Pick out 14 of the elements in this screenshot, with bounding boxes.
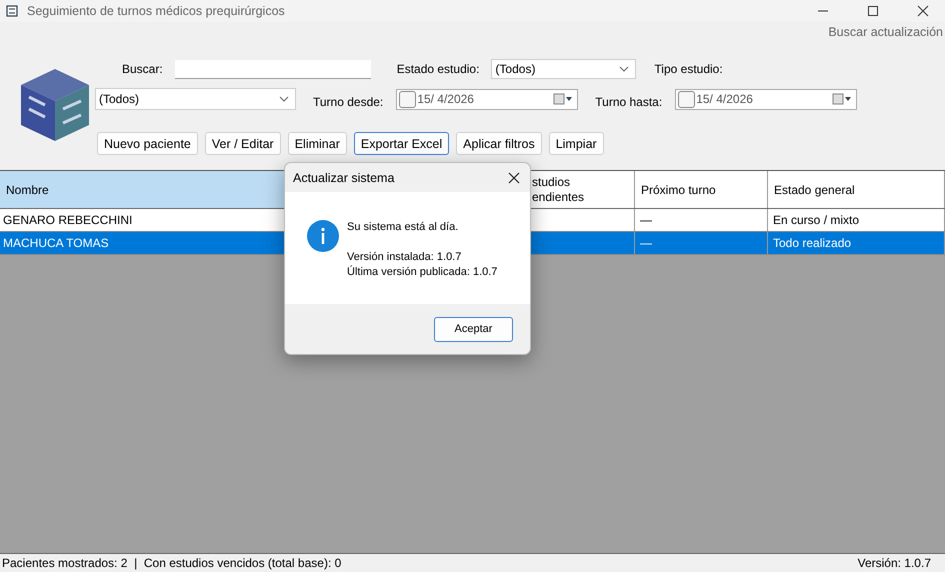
hasta-label: Turno hasta: [595, 95, 662, 109]
table-cell: Todo realizado [768, 232, 945, 254]
table-cell: — [635, 209, 768, 231]
window-title: Seguimiento de turnos médicos prequirúrgicos [27, 4, 285, 18]
version-text: Última versión publicada: 1.0.7 [347, 265, 498, 280]
desde-label: Turno desde: [313, 95, 384, 109]
status-text: Pacientes mostrados: 2 | Con estudios vencidos (total base): 0 [2, 556, 342, 570]
estado-label: Estado estudio: [396, 62, 480, 76]
dialog-title: Actualizar sistema [293, 170, 394, 184]
version-label: Versión: 1.0.7 [858, 556, 931, 570]
tipo-label: Tipo estudio: [654, 62, 723, 76]
table-cell: — [635, 232, 768, 254]
search-label: Buscar: [122, 62, 163, 76]
table-cell: En curso / mixto [768, 209, 945, 231]
